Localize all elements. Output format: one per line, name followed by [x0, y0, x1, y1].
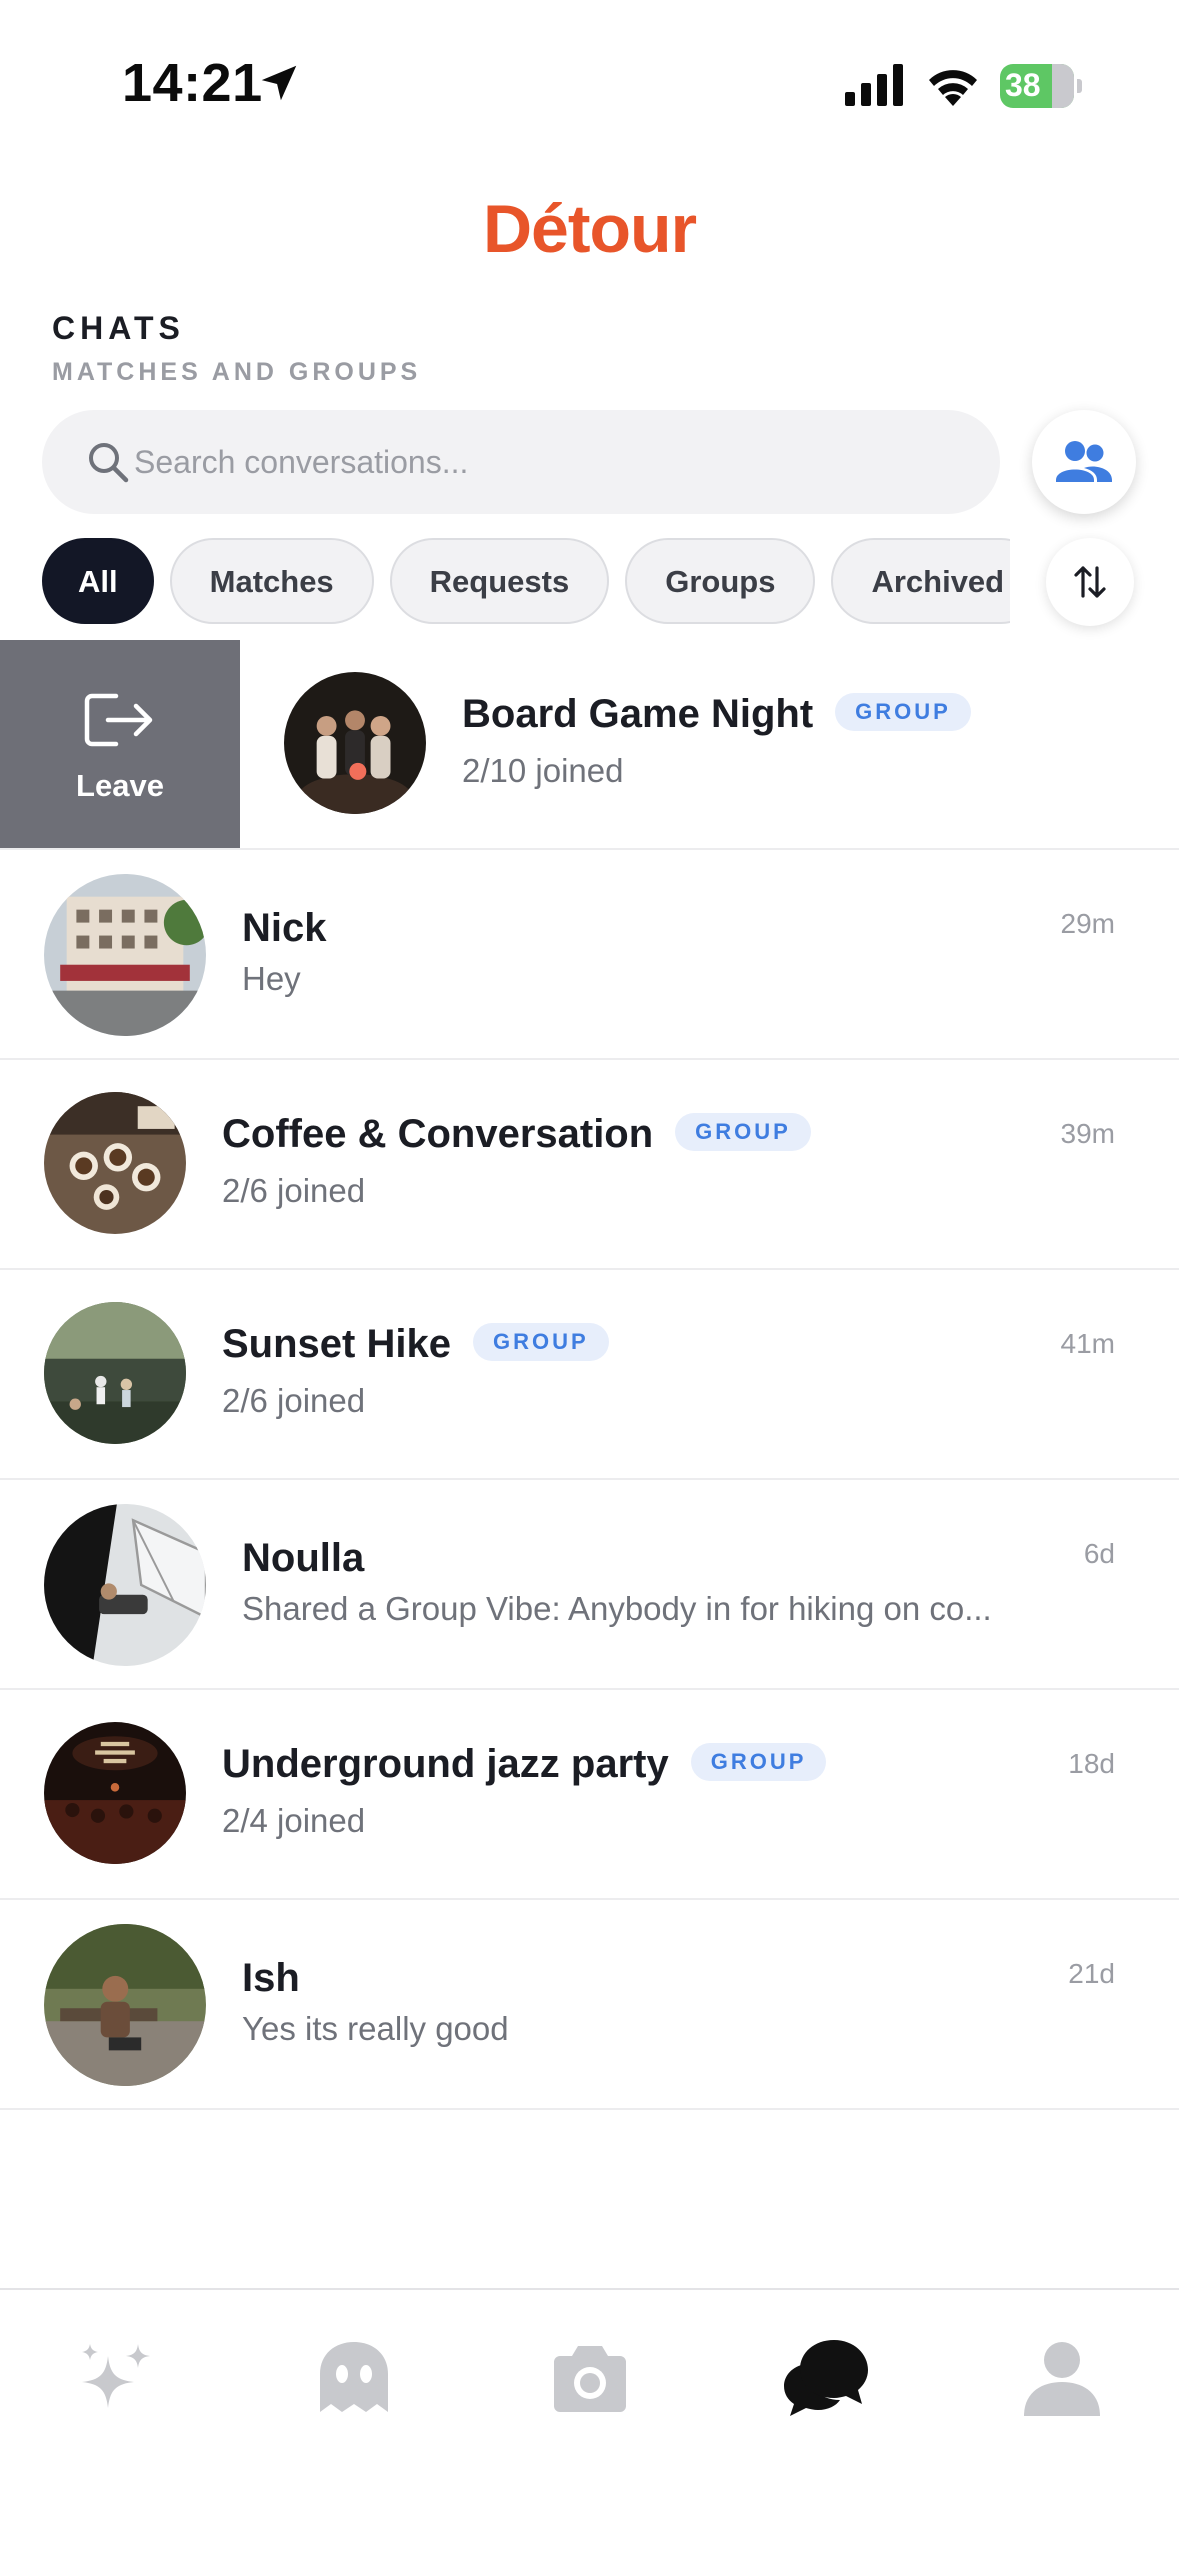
chat-name: Ish	[242, 1956, 300, 2000]
chat-preview: Shared a Group Vibe: Anybody in for hiki…	[242, 1590, 992, 1627]
ghost-icon	[320, 2342, 388, 2412]
status-time: 14:21	[122, 53, 263, 113]
leave-icon	[84, 693, 153, 747]
sort-button[interactable]	[1046, 538, 1134, 626]
filter-archived[interactable]: Archived	[831, 538, 1010, 624]
search-input[interactable]	[134, 410, 954, 514]
avatar	[44, 1092, 186, 1234]
chat-preview: 2/6 joined	[222, 1382, 366, 1419]
search-icon	[89, 443, 129, 483]
nav-ghost[interactable]	[306, 2330, 402, 2426]
chat-name: Coffee & Conversation	[222, 1112, 654, 1156]
battery-indicator: 38	[1000, 64, 1082, 108]
profile-icon	[1024, 2342, 1100, 2416]
sparkles-icon	[82, 2344, 150, 2408]
chat-time: 21d	[1068, 1958, 1115, 1989]
avatar	[44, 1924, 206, 2086]
chat-time: 41m	[1060, 1328, 1115, 1359]
bottom-nav	[0, 2288, 1179, 2556]
page-subtitle: MATCHES AND GROUPS	[52, 358, 422, 386]
avatar	[284, 672, 426, 814]
app-logo: Détour	[482, 191, 697, 267]
chat-row-noulla[interactable]: Noulla Shared a Group Vibe: Anybody in f…	[0, 1480, 1179, 1690]
nav-camera[interactable]	[542, 2330, 638, 2426]
battery-level: 38	[1005, 67, 1041, 103]
avatar	[44, 1302, 186, 1444]
group-badge: GROUP	[472, 1323, 609, 1362]
filter-all[interactable]: All	[42, 538, 154, 624]
filter-groups[interactable]: Groups	[625, 538, 816, 624]
avatar	[44, 1722, 186, 1864]
filter-matches[interactable]: Matches	[169, 538, 374, 624]
filter-chips: All Matches Requests Groups Archived	[42, 538, 1010, 624]
chat-time: 18d	[1068, 1748, 1115, 1779]
location-arrow-icon	[261, 65, 297, 101]
sort-arrows-icon	[1074, 566, 1106, 598]
nav-discover[interactable]	[68, 2330, 164, 2426]
group-badge: GROUP	[675, 1113, 811, 1152]
chat-list: Leave Board Game Night GROUP 2/10 joined	[0, 640, 1179, 2110]
chat-preview: Yes its really good	[242, 2010, 509, 2047]
chat-row-sunset-hike[interactable]: Sunset Hike GROUP 2/6 joined 41m	[0, 1270, 1179, 1480]
avatar	[44, 1504, 206, 1666]
chat-preview: 2/4 joined	[222, 1802, 366, 1839]
avatar	[44, 874, 206, 1036]
filter-requests[interactable]: Requests	[389, 538, 610, 624]
cellular-signal-icon	[845, 64, 903, 106]
chat-preview: 2/6 joined	[222, 1172, 366, 1209]
search-bar[interactable]	[42, 410, 1000, 514]
status-bar: 14:21 38	[0, 0, 1179, 170]
chat-name: Sunset Hike	[222, 1322, 451, 1366]
chat-row-board-game-night[interactable]: Leave Board Game Night GROUP 2/10 joined	[0, 640, 1179, 850]
chat-row-coffee-conversation[interactable]: Coffee & Conversation GROUP 2/6 joined 39…	[0, 1060, 1179, 1270]
page-title: CHATS	[52, 310, 185, 346]
chat-preview: Hey	[242, 960, 301, 997]
leave-label: Leave	[76, 768, 164, 803]
group-badge: GROUP	[690, 1743, 827, 1782]
chat-row-nick[interactable]: Nick Hey 29m	[0, 850, 1179, 1060]
camera-icon	[554, 2346, 626, 2412]
chat-name: Noulla	[242, 1536, 365, 1580]
chat-row-underground-jazz-party[interactable]: Underground jazz party GROUP 2/4 joined 1…	[0, 1690, 1179, 1900]
chat-time: 39m	[1060, 1118, 1115, 1149]
nav-profile[interactable]	[1014, 2330, 1110, 2426]
chat-name: Nick	[242, 906, 327, 950]
leave-button[interactable]: Leave	[0, 640, 240, 848]
new-group-button[interactable]	[1032, 410, 1136, 514]
group-badge: GROUP	[835, 693, 971, 732]
people-icon	[1056, 441, 1112, 482]
chat-row-ish[interactable]: Ish Yes its really good 21d	[0, 1900, 1179, 2110]
chat-time: 29m	[1060, 908, 1115, 939]
chat-bubbles-icon	[784, 2340, 868, 2416]
nav-chats[interactable]	[778, 2330, 874, 2426]
chat-preview: 2/10 joined	[462, 752, 624, 789]
chat-name: Underground jazz party	[222, 1742, 669, 1786]
chat-name: Board Game Night	[462, 692, 814, 736]
chat-time: 6d	[1083, 1538, 1115, 1569]
wifi-icon	[929, 70, 977, 106]
